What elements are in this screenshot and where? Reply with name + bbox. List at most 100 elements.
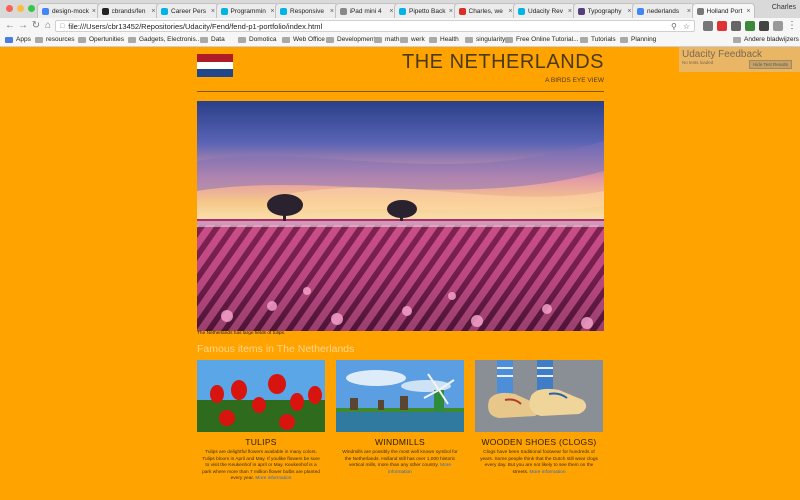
udacity-icon [161, 7, 168, 15]
close-tab-icon[interactable]: × [746, 8, 750, 15]
udacity-feedback-widget: Udacity Feedback No tests loaded Hide Te… [679, 47, 800, 72]
bookmark-label: math [385, 36, 400, 43]
folder-icon [78, 36, 86, 43]
star-icon[interactable]: ☆ [683, 22, 690, 31]
bookmark-label: Data [211, 36, 225, 43]
bookmark-label: Health [440, 36, 459, 43]
bookmark-item[interactable]: Free Online Tutorial... [505, 36, 579, 43]
extension-icon[interactable] [703, 21, 713, 31]
bookmark-item[interactable]: singularity [465, 36, 505, 43]
profile-name[interactable]: Charles [772, 4, 796, 11]
bookmark-item[interactable]: Web Office [282, 36, 325, 43]
bookmark-item[interactable]: Gadgets, Electronis... [128, 36, 201, 43]
folder-icon [400, 36, 408, 43]
more-information-link[interactable]: More information [530, 470, 566, 475]
adblock-icon[interactable] [717, 21, 727, 31]
browser-tab[interactable]: Programmin × [215, 3, 279, 18]
tab-label: Udacity Rev [528, 7, 564, 15]
close-tab-icon[interactable]: × [627, 8, 631, 15]
card-title: WOODEN SHOES (CLOGS) [481, 437, 597, 447]
browser-tab[interactable]: Responsive × [275, 3, 338, 18]
hide-test-results-button[interactable]: Hide Test Results [749, 60, 792, 69]
bookmarks-bar: Apps resources Opertunities Gadgets, Electr… [0, 35, 800, 47]
browser-tab[interactable]: nederlands × [632, 3, 695, 18]
browser-tab[interactable]: Udacity Rev × [513, 3, 576, 18]
dutch-flag [197, 54, 233, 77]
bookmark-item[interactable]: Planning [620, 36, 656, 43]
address-text: file:///Users/cbr13452/Repositories/Udac… [68, 21, 323, 31]
google-icon [42, 7, 49, 15]
bookmark-label: Gadgets, Electronis... [139, 36, 202, 43]
close-tab-icon[interactable]: × [270, 8, 274, 15]
browser-tab[interactable]: iPad mini 4 × [334, 3, 398, 18]
github-icon [101, 7, 109, 15]
bookmark-label: Development [337, 36, 376, 43]
card-wooden-shoes: WOODEN SHOES (CLOGS) Clogs have been tra… [475, 360, 603, 476]
bookmark-item[interactable]: werk [400, 36, 425, 43]
menu-icon[interactable]: ⋮ [786, 20, 798, 32]
browser-tab[interactable]: design-mock × [37, 3, 100, 18]
close-tab-icon[interactable]: × [211, 8, 215, 15]
gmail-icon [458, 7, 466, 15]
close-tab-icon[interactable]: × [330, 8, 334, 15]
browser-tab[interactable]: Holland Port × [691, 3, 755, 18]
bookmark-item[interactable]: Apps [5, 36, 31, 43]
folder-icon [238, 36, 246, 43]
close-tab-icon[interactable]: × [508, 8, 512, 15]
tab-label: iPad mini 4 [349, 7, 382, 15]
address-bar[interactable]: □ file:///Users/cbr13452/Repositories/Ud… [55, 20, 695, 32]
card-tulips: TULIPS Tulips are delightful flowers ava… [197, 360, 325, 483]
bookmark-item[interactable]: Tutorials [580, 36, 616, 43]
tab-label: Responsive [290, 7, 324, 15]
close-tab-icon[interactable]: × [92, 8, 96, 15]
bookmark-item[interactable]: Development [326, 36, 375, 43]
bookmark-label: Domotica [249, 36, 277, 43]
close-tab-icon[interactable]: × [449, 8, 453, 15]
tab-label: Programmin [230, 7, 266, 15]
minimize-window-button[interactable] [17, 5, 24, 12]
close-tab-icon[interactable]: × [389, 8, 393, 15]
extension-icon[interactable] [745, 21, 755, 31]
folder-icon [429, 36, 437, 43]
bookmark-item[interactable]: math [374, 36, 399, 43]
browser-tab[interactable]: Charles, we × [453, 3, 517, 18]
udacity-icon [399, 7, 406, 15]
browser-tab[interactable]: cbrands/fen × [96, 3, 160, 18]
back-arrow-icon[interactable]: ← [4, 20, 16, 32]
forward-arrow-icon[interactable]: → [17, 20, 29, 32]
bookmark-item[interactable]: Opertunities [78, 36, 124, 43]
folder-icon [465, 36, 473, 43]
extension-icon[interactable] [773, 21, 783, 31]
browser-tab-strip: design-mock × cbrands/fen × Career Pers × Prog… [0, 0, 800, 18]
tab-label: design-mock [52, 7, 89, 15]
close-tab-icon[interactable]: × [151, 8, 155, 15]
reload-icon[interactable]: ↻ [30, 20, 42, 32]
extension-icon[interactable] [759, 21, 769, 31]
folder-icon [326, 36, 334, 43]
apple-icon [339, 7, 347, 15]
bookmark-label: Tutorials [591, 36, 616, 43]
bookmark-label: Apps [16, 36, 31, 43]
browser-tab[interactable]: Career Pers × [156, 3, 219, 18]
zoom-icon[interactable]: ⚲ [671, 22, 677, 31]
bookmark-item[interactable]: Data [200, 36, 225, 43]
bookmark-item[interactable]: Domotica [238, 36, 276, 43]
close-tab-icon[interactable]: × [687, 8, 691, 15]
card-description: Tulips are delightful flowers available … [197, 450, 325, 483]
udacity-icon [220, 7, 228, 15]
extension-icon[interactable] [731, 21, 741, 31]
window-controls [6, 5, 35, 12]
folder-icon [580, 36, 588, 43]
home-icon[interactable]: ⌂ [42, 20, 54, 32]
bookmark-item[interactable]: Andere bladwijzers [733, 36, 799, 43]
apps-grid-icon [5, 36, 13, 43]
bookmark-item[interactable]: Health [429, 36, 459, 43]
bookmark-item[interactable]: resources [35, 36, 75, 43]
close-window-button[interactable] [6, 5, 13, 12]
close-tab-icon[interactable]: × [568, 8, 572, 15]
more-information-link[interactable]: More information [255, 476, 291, 481]
page-icon: □ [60, 22, 65, 30]
browser-tab[interactable]: Typography × [572, 3, 636, 18]
browser-tab[interactable]: Pipetto Back × [394, 3, 457, 18]
maximize-window-button[interactable] [28, 5, 35, 12]
